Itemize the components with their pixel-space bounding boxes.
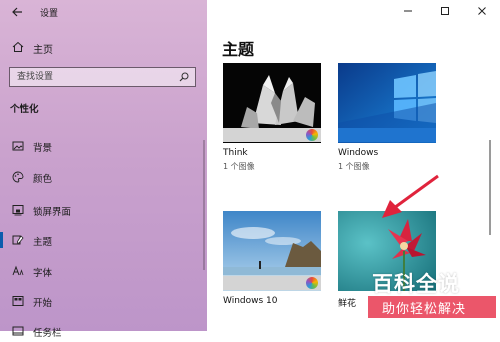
font-icon bbox=[12, 265, 24, 276]
content-scrollbar[interactable] bbox=[489, 140, 491, 235]
theme-strip bbox=[223, 128, 321, 142]
maximize-icon bbox=[441, 7, 449, 15]
close-button[interactable] bbox=[464, 0, 500, 22]
theme-card-windows[interactable]: Windows 1 个图像 bbox=[338, 63, 436, 173]
page-title: 主题 bbox=[222, 40, 255, 59]
search-icon[interactable] bbox=[179, 72, 189, 82]
home-icon bbox=[12, 41, 24, 52]
section-title: 个性化 bbox=[10, 104, 39, 115]
watermark-title: 百科全说 bbox=[372, 272, 460, 296]
theme-strip bbox=[223, 276, 321, 290]
title-bar: 设置 bbox=[0, 0, 207, 24]
theme-name: Think bbox=[223, 148, 248, 158]
theme-name: 鲜花 bbox=[338, 299, 357, 309]
theme-image-count: 1 个图像 bbox=[338, 162, 370, 171]
sidebar-item-lock-screen[interactable]: 锁屏界面 bbox=[0, 199, 207, 221]
start-icon bbox=[12, 296, 24, 306]
maximize-button[interactable] bbox=[427, 0, 463, 22]
home-label: 主页 bbox=[33, 45, 53, 56]
palette-icon bbox=[12, 171, 24, 183]
window-controls bbox=[390, 0, 500, 22]
sidebar-item-themes[interactable]: 主题 bbox=[0, 229, 207, 251]
back-arrow-icon bbox=[12, 7, 22, 17]
theme-name: Windows bbox=[338, 148, 379, 158]
watermark-subtitle: 助你轻松解决 bbox=[382, 302, 467, 317]
theme-image-count: 1 个图像 bbox=[223, 162, 255, 171]
sidebar-item-fonts[interactable]: 字体 bbox=[0, 260, 207, 282]
brush-icon bbox=[12, 235, 24, 245]
minimize-icon bbox=[404, 10, 412, 12]
search-input[interactable] bbox=[10, 68, 182, 86]
theme-thumbnail bbox=[223, 211, 321, 291]
close-icon bbox=[478, 7, 486, 15]
settings-sidebar: 设置 主页 个性化 背景 颜色 锁屏界面 bbox=[0, 0, 207, 339]
sidebar-item-taskbar[interactable]: 任务栏 bbox=[0, 320, 207, 342]
image-icon bbox=[12, 141, 24, 151]
sidebar-item-label: 字体 bbox=[33, 268, 53, 279]
back-button[interactable] bbox=[9, 4, 25, 20]
taskbar-icon bbox=[12, 326, 24, 336]
sidebar-item-label: 背景 bbox=[33, 143, 53, 154]
search-box[interactable] bbox=[9, 67, 196, 87]
minimize-button[interactable] bbox=[390, 0, 426, 22]
baike-watermark-logo: 百科全说 助你轻松解决 bbox=[368, 266, 496, 326]
sidebar-item-home[interactable]: 主页 bbox=[0, 37, 207, 57]
app-title: 设置 bbox=[40, 9, 59, 19]
sidebar-item-colors[interactable]: 颜色 bbox=[0, 166, 207, 188]
theme-card-think[interactable]: Think 1 个图像 bbox=[223, 63, 321, 173]
sidebar-item-background[interactable]: 背景 bbox=[0, 135, 207, 157]
sidebar-item-label: 主题 bbox=[33, 237, 53, 248]
sidebar-item-start[interactable]: 开始 bbox=[0, 290, 207, 312]
theme-name: Windows 10 bbox=[223, 296, 278, 306]
color-palette-icon bbox=[306, 129, 318, 141]
annotation-arrow bbox=[382, 174, 439, 218]
sidebar-item-label: 开始 bbox=[33, 298, 53, 309]
theme-card-windows-10[interactable]: Windows 10 bbox=[223, 211, 321, 331]
sidebar-item-label: 任务栏 bbox=[33, 328, 62, 339]
color-palette-icon bbox=[306, 277, 318, 289]
theme-thumbnail bbox=[338, 63, 436, 143]
sidebar-item-label: 颜色 bbox=[33, 174, 53, 185]
theme-thumbnail bbox=[223, 63, 321, 143]
sidebar-scrollbar[interactable] bbox=[203, 140, 205, 270]
sidebar-item-label: 锁屏界面 bbox=[33, 207, 72, 218]
theme-strip bbox=[338, 128, 436, 142]
lock-screen-icon bbox=[12, 205, 24, 216]
